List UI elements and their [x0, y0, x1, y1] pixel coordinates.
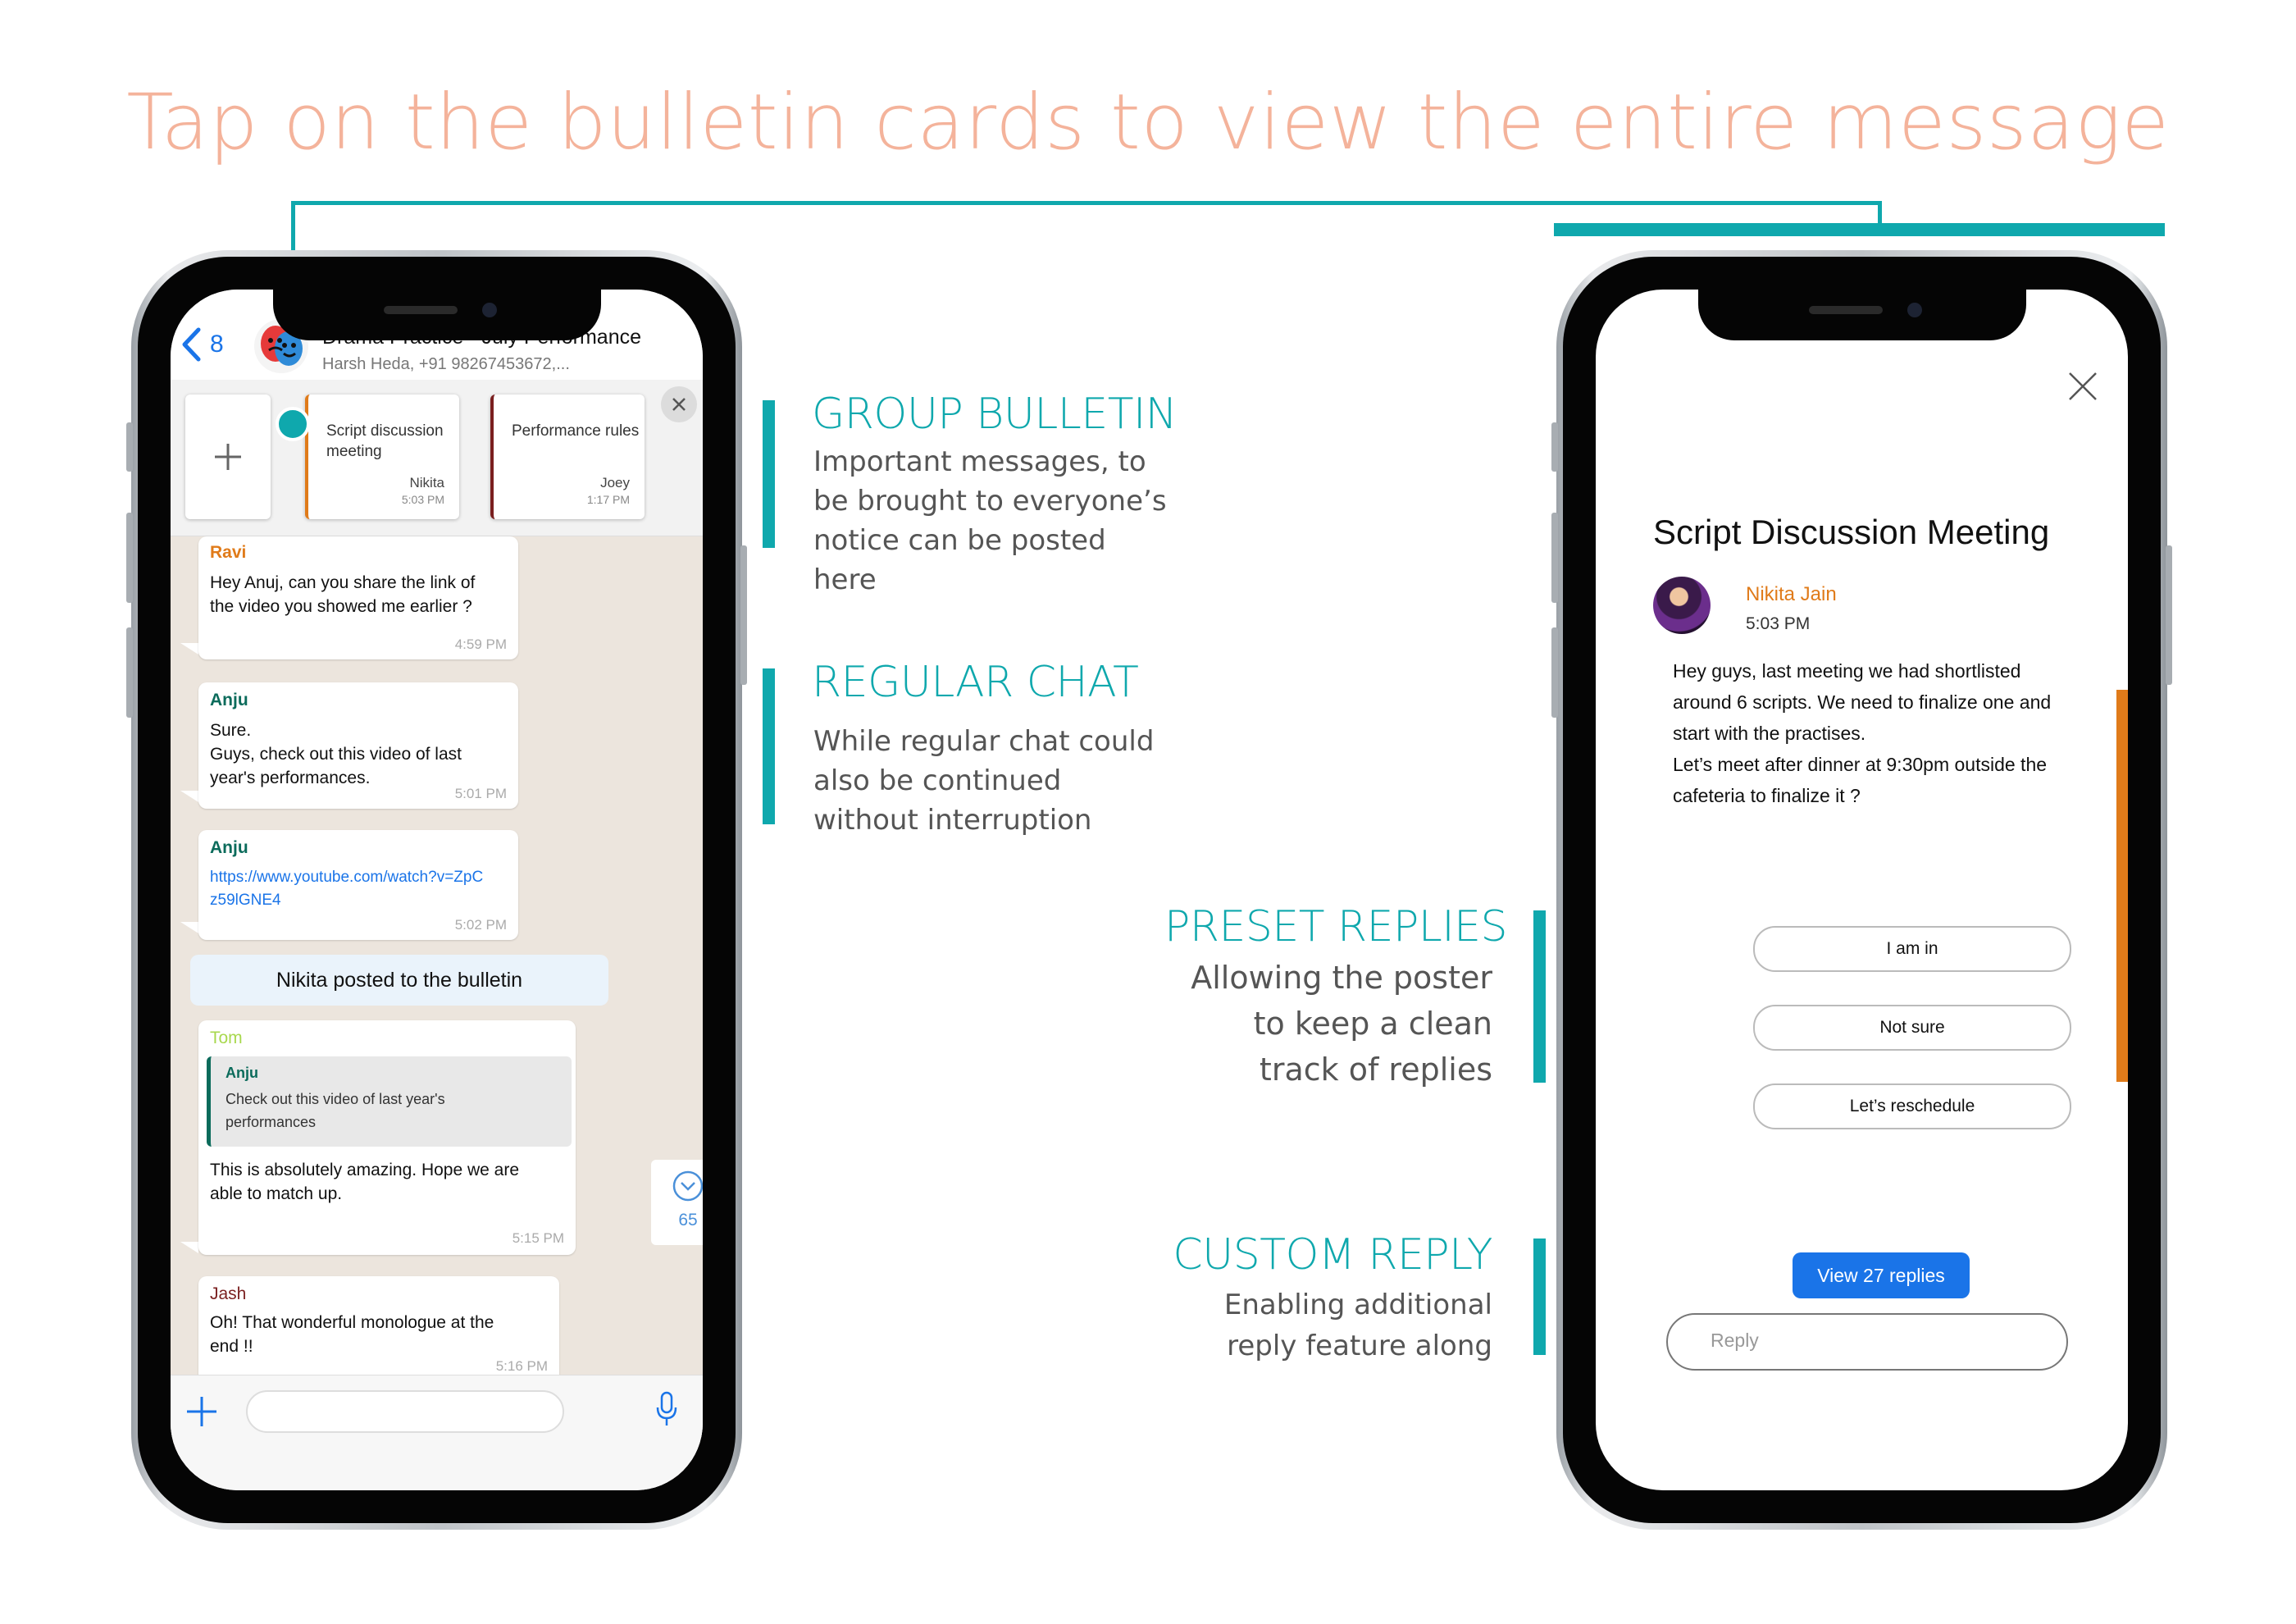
back-button[interactable]: 8: [180, 324, 238, 365]
message-text: Oh! That wonderful monologue at the end …: [210, 1313, 494, 1356]
system-notice[interactable]: Nikita posted to the bulletin: [190, 955, 608, 1006]
scroll-to-bottom-button[interactable]: 65: [651, 1160, 703, 1245]
unread-count: 65: [678, 1211, 698, 1229]
volume-up-button: [1551, 513, 1558, 603]
reply-placeholder: Reply: [1711, 1330, 1759, 1351]
message-bubble[interactable]: Anju Sure. Guys, check out this video of…: [198, 682, 518, 809]
annotation-title: REGULAR CHAT: [812, 658, 1139, 707]
right-phone: Script Discussion Meeting Nikita Jain 5:…: [1551, 250, 2172, 1530]
annotation-bar: [763, 400, 775, 548]
bulletin-accent-bar: [2116, 690, 2128, 1082]
annotation-desc: While regular chat could also be continu…: [813, 725, 1155, 837]
annotation-title: GROUP BULLETIN: [812, 390, 1178, 439]
preset-reply-button[interactable]: I am in: [1753, 926, 2071, 972]
pointer-dot: [276, 407, 310, 441]
bulletin-strip: Script discussion meeting Nikita 5:03 PM…: [171, 380, 703, 536]
connector-vertical-right: [1878, 201, 1882, 226]
message-sender: Jash: [210, 1284, 247, 1303]
message-bubble[interactable]: Tom Anju Check out this video of last ye…: [198, 1020, 576, 1255]
annotation-desc: Allowing the poster to keep a clean trac…: [1191, 960, 1492, 1088]
message-time: 4:59 PM: [454, 636, 507, 652]
preset-reply-button[interactable]: Let’s reschedule: [1753, 1083, 2071, 1129]
bulletin-card[interactable]: Script discussion meeting Nikita 5:03 PM: [305, 395, 459, 519]
message-sender: Anju: [210, 838, 248, 857]
message-link[interactable]: https://www.youtube.com/watch?v=ZpCz59lG…: [210, 866, 489, 912]
author-name[interactable]: Nikita Jain: [1746, 583, 1837, 606]
bulletin-title: Script Discussion Meeting: [1653, 513, 2050, 551]
bulletin-detail-screen: Script Discussion Meeting Nikita Jain 5:…: [1596, 290, 2128, 1490]
message-sender: Tom: [210, 1029, 243, 1047]
chat-area[interactable]: Ravi Hey Anuj, can you share the link of…: [171, 536, 703, 1488]
message-time: 5:02 PM: [454, 917, 507, 933]
message-text: Hey Anuj, can you share the link of the …: [210, 573, 476, 616]
chevron-down-circle-icon: [672, 1170, 703, 1202]
annotation-bar: [1533, 1239, 1546, 1355]
bulletin-title: Performance rules: [512, 422, 640, 440]
annotation-title: PRESET REPLIES: [1164, 902, 1508, 951]
bulletin-body: Hey guys, last meeting we had shortliste…: [1673, 660, 2052, 806]
post-time: 5:03 PM: [1746, 614, 1811, 633]
left-phone: 8 Drama Practice - July Performance Hars…: [126, 250, 747, 1530]
group-members: Harsh Heda, +91 98267453672,...: [322, 355, 570, 373]
bulletin-time: 5:03 PM: [401, 493, 444, 506]
side-button: [1551, 422, 1558, 472]
message-bubble[interactable]: Jash Oh! That wonderful monologue at the…: [198, 1276, 559, 1383]
plus-icon: [215, 444, 241, 470]
message-time: 5:16 PM: [495, 1358, 548, 1374]
message-input[interactable]: [246, 1390, 564, 1433]
view-replies-button[interactable]: View 27 replies: [1793, 1252, 1970, 1298]
add-bulletin-button[interactable]: [185, 395, 271, 519]
annotation-title: CUSTOM REPLY: [1173, 1230, 1492, 1280]
close-icon: [672, 398, 686, 411]
power-button: [2166, 545, 2172, 685]
close-bulletin-button[interactable]: [661, 386, 697, 422]
annotation-desc: Enabling additional reply feature along: [1223, 1289, 1492, 1362]
back-count: 8: [210, 331, 224, 358]
plus-icon[interactable]: [184, 1394, 220, 1430]
bulletin-author: Joey: [600, 475, 630, 490]
annotation-bar: [763, 668, 775, 824]
side-button: [126, 422, 133, 472]
message-time: 5:01 PM: [454, 786, 507, 801]
message-bubble[interactable]: Anju https://www.youtube.com/watch?v=ZpC…: [198, 830, 518, 940]
message-text: Sure. Guys, check out this video of last…: [210, 721, 462, 787]
volume-down-button: [126, 627, 133, 718]
message-time: 5:15 PM: [512, 1230, 564, 1246]
page-headline: Tap on the bulletin cards to view the en…: [126, 78, 2170, 167]
message-sender: Anju: [210, 691, 248, 709]
bulletin-author: Nikita: [409, 475, 444, 490]
connector-bar-right: [1554, 223, 2165, 236]
message-sender: Ravi: [210, 543, 247, 562]
chat-screen: 8 Drama Practice - July Performance Hars…: [171, 290, 703, 1490]
bulletin-time: 1:17 PM: [586, 493, 630, 506]
connector-horizontal: [291, 201, 1882, 205]
chevron-left-icon: [182, 327, 201, 362]
quoted-sender: Anju: [226, 1065, 258, 1081]
microphone-icon[interactable]: [654, 1390, 679, 1428]
annotation-bar: [1533, 910, 1546, 1083]
power-button: [740, 545, 747, 685]
bulletin-title: Script discussion meeting: [326, 422, 444, 460]
author-avatar: [1653, 577, 1711, 634]
preset-reply-button[interactable]: Not sure: [1753, 1005, 2071, 1051]
message-text: This is absolutely amazing. Hope we are …: [210, 1161, 520, 1203]
close-icon[interactable]: [2066, 370, 2099, 403]
reply-input[interactable]: Reply: [1666, 1313, 2068, 1371]
volume-down-button: [1551, 627, 1558, 718]
composer-bar: [171, 1375, 703, 1490]
quoted-text: Check out this video of last year's perf…: [226, 1091, 445, 1130]
message-bubble[interactable]: Ravi Hey Anuj, can you share the link of…: [198, 536, 518, 659]
annotation-desc: Important messages, to be brought to eve…: [813, 445, 1167, 596]
quoted-message[interactable]: Anju Check out this video of last year's…: [207, 1056, 572, 1147]
volume-up-button: [126, 513, 133, 603]
bulletin-card[interactable]: Performance rules Joey 1:17 PM: [490, 395, 645, 519]
